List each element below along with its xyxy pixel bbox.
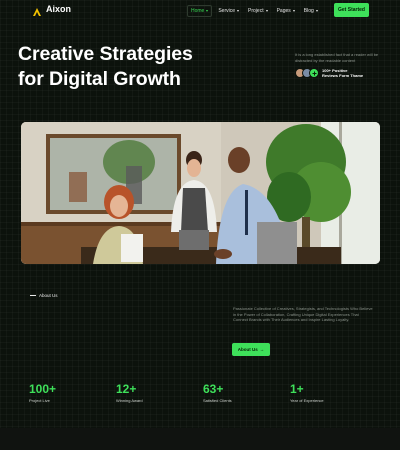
plus-icon [309, 68, 319, 78]
chevron-down-icon [206, 10, 209, 12]
stat-value: 100+ [29, 382, 57, 396]
nav-item-label: Pages [276, 8, 291, 14]
about-section-label: About Us [30, 293, 58, 298]
stat-winning-award: 12+ Winning Award [116, 382, 143, 403]
stat-value: 1+ [290, 382, 304, 396]
hero-title: Creative Strategies for Digital Growth [18, 42, 278, 92]
logo-text: Aixon [46, 4, 72, 14]
about-description: Passionate Collective of Creatives, Stra… [233, 306, 373, 323]
stat-project-live: 100+ Project Live [29, 382, 56, 403]
nav-item-project[interactable]: Project [245, 5, 271, 17]
stat-value: 12+ [116, 382, 137, 396]
nav-item-label: Project [248, 8, 264, 14]
divider [30, 295, 36, 296]
get-started-button[interactable]: Get Started [334, 3, 369, 17]
chevron-down-icon [265, 10, 268, 12]
avatar-group [295, 68, 319, 78]
main-nav: Home Service Project Pages Blog [187, 5, 321, 17]
stat-satisfied-clients: 63+ Satisfied Clients [203, 382, 232, 403]
reviews-text: 100+ Positive Reviews Form Thame [322, 68, 372, 78]
reviews-source: Reviews Form Thame [322, 73, 364, 78]
site-header: Aixon Home Service Project Pages Blog Ge… [0, 0, 400, 22]
logo[interactable]: Aixon [32, 4, 72, 16]
logo-icon [32, 4, 42, 16]
reviews-badge: 100+ Positive Reviews Form Thame [295, 68, 372, 78]
hero-title-line: Creative Strategies [18, 43, 193, 65]
chevron-down-icon [237, 10, 240, 12]
about-label-text: About Us [39, 293, 58, 298]
stat-value: 63+ [203, 382, 224, 396]
nav-item-label: Blog [303, 8, 314, 14]
arrow-right-icon: → [259, 347, 265, 352]
stat-label: Winning Award [116, 398, 143, 403]
stat-label: Project Live [29, 398, 50, 403]
footer-band [0, 428, 400, 450]
landing-page: Aixon Home Service Project Pages Blog Ge… [0, 0, 400, 450]
hero-description: It is a long established fact that a rea… [295, 52, 379, 63]
nav-item-label: Service [218, 8, 236, 14]
office-meeting-photo [21, 122, 380, 264]
hero-title-line: for Digital Growth [18, 68, 181, 90]
chevron-down-icon [292, 10, 295, 12]
nav-item-label: Home [191, 8, 205, 14]
stat-label: Year of Experience [290, 398, 324, 403]
stat-years-experience: 1+ Year of Experience [290, 382, 324, 403]
nav-item-pages[interactable]: Pages [274, 5, 298, 17]
stat-label: Satisfied Clients [203, 398, 232, 403]
chevron-down-icon [315, 10, 318, 12]
nav-item-blog[interactable]: Blog [301, 5, 321, 17]
nav-item-home[interactable]: Home [187, 5, 213, 17]
about-button-label: About Us [237, 347, 258, 352]
nav-item-service[interactable]: Service [215, 5, 242, 17]
about-us-button[interactable]: About Us → [232, 343, 270, 356]
